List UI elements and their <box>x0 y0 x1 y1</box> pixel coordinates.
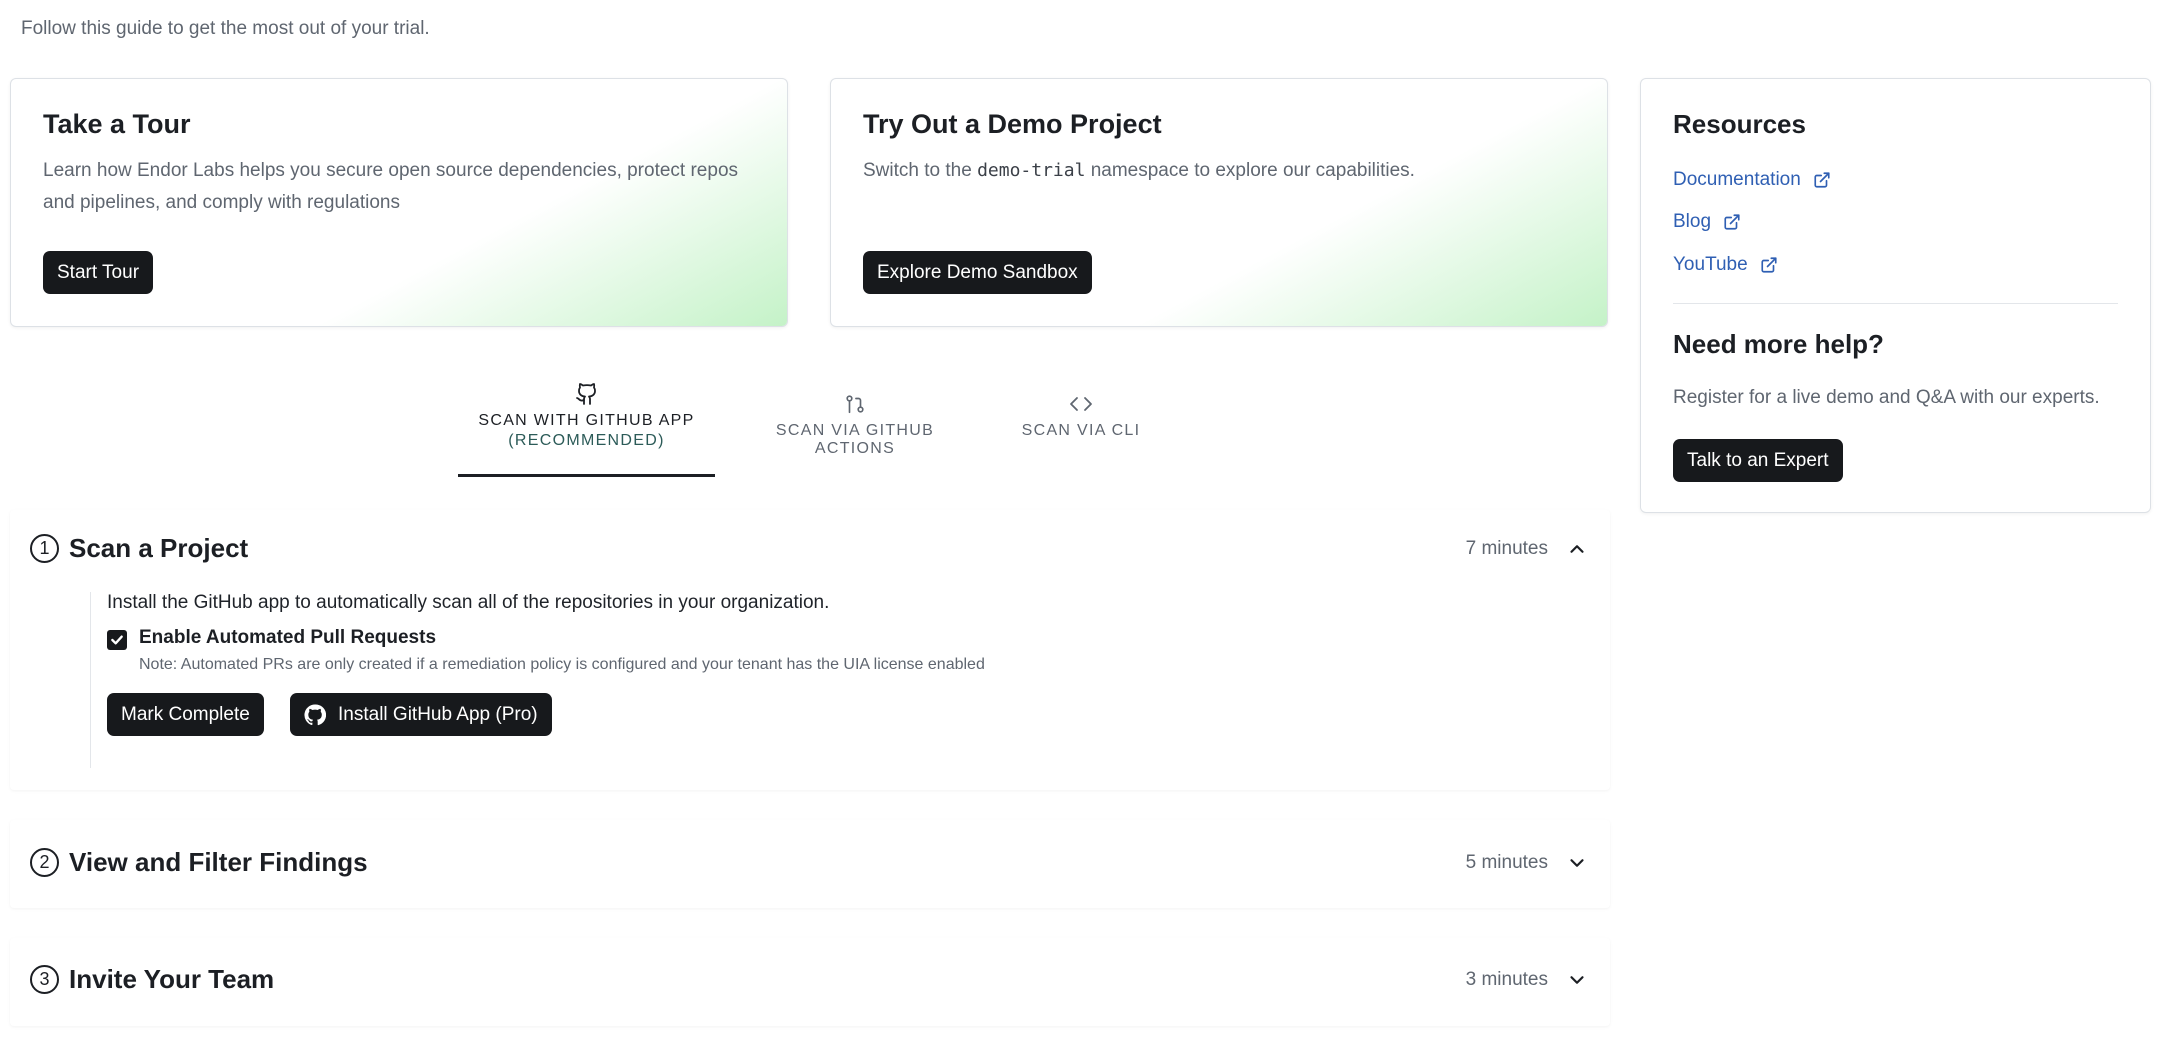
step-number: 2 <box>30 848 59 877</box>
resources-card: Resources Documentation Blog YouTube Nee… <box>1640 78 2151 513</box>
step-duration: 7 minutes <box>1465 538 1548 559</box>
code-icon <box>1070 397 1092 411</box>
blog-link[interactable]: Blog <box>1673 211 1741 233</box>
link-label: Blog <box>1673 211 1712 232</box>
tab-sublabel: (RECOMMENDED) <box>508 432 665 449</box>
step-title[interactable]: Invite Your Team <box>69 964 274 995</box>
card-title: Take a Tour <box>43 109 191 139</box>
automated-pr-note: Note: Automated PRs are only created if … <box>139 656 985 673</box>
tab-label: SCAN WITH GITHUB APP <box>478 412 695 429</box>
mark-complete-button[interactable]: Mark Complete <box>107 693 264 736</box>
step-number: 1 <box>30 534 59 563</box>
link-label: YouTube <box>1673 254 1748 275</box>
chevron-down-icon[interactable] <box>1566 852 1588 874</box>
need-more-help-description: Register for a live demo and Q&A with ou… <box>1673 387 2100 408</box>
chevron-up-icon[interactable] <box>1566 538 1588 560</box>
step-description: Install the GitHub app to automatically … <box>107 592 830 613</box>
step-duration: 3 minutes <box>1465 969 1548 990</box>
divider <box>1673 303 2118 304</box>
step-duration: 5 minutes <box>1465 852 1548 873</box>
step-body: Install the GitHub app to automatically … <box>90 592 1580 768</box>
documentation-link[interactable]: Documentation <box>1673 169 1831 191</box>
button-label: Install GitHub App (Pro) <box>338 703 538 725</box>
git-pull-request-icon <box>846 395 864 414</box>
link-label: Documentation <box>1673 169 1801 190</box>
step-invite-your-team[interactable]: 3 Invite Your Team 3 minutes <box>10 938 1610 1026</box>
demo-project-card: Try Out a Demo Project Switch to the dem… <box>830 78 1608 327</box>
external-link-icon <box>1724 214 1740 230</box>
youtube-link[interactable]: YouTube <box>1673 254 1778 276</box>
chevron-down-icon[interactable] <box>1566 969 1588 991</box>
automated-pr-checkbox[interactable] <box>107 630 127 650</box>
checkmark-icon <box>111 635 123 645</box>
tab-scan-with-github-app[interactable]: SCAN WITH GITHUB APP (RECOMMENDED) <box>458 382 715 450</box>
step-scan-a-project: 1 Scan a Project 7 minutes Install the G… <box>10 510 1610 790</box>
card-title: Try Out a Demo Project <box>863 109 1162 139</box>
automated-pr-label[interactable]: Enable Automated Pull Requests <box>139 627 436 649</box>
tab-label: SCAN VIA GITHUB ACTIONS <box>775 422 935 457</box>
step-title[interactable]: Scan a Project <box>69 533 248 564</box>
intro-text: Follow this guide to get the most out of… <box>21 18 430 39</box>
desc-text: Switch to the <box>863 160 978 181</box>
desc-text: namespace to explore our capabilities. <box>1085 160 1415 181</box>
active-tab-underline <box>458 474 715 477</box>
card-description: Learn how Endor Labs helps you secure op… <box>43 160 739 213</box>
explore-demo-sandbox-button[interactable]: Explore Demo Sandbox <box>863 251 1092 294</box>
talk-to-expert-button[interactable]: Talk to an Expert <box>1673 439 1843 482</box>
namespace-code: demo-trial <box>977 160 1086 181</box>
github-icon <box>304 703 326 725</box>
take-a-tour-card: Take a Tour Learn how Endor Labs helps y… <box>10 78 788 327</box>
resources-title: Resources <box>1673 109 1806 139</box>
tab-scan-via-cli[interactable]: SCAN VIA CLI <box>1006 392 1156 440</box>
step-title[interactable]: View and Filter Findings <box>69 847 368 878</box>
external-link-icon <box>1814 172 1830 188</box>
trial-guide-page: Follow this guide to get the most out of… <box>0 0 2166 1056</box>
need-more-help-title: Need more help? <box>1673 329 1884 359</box>
tab-label: SCAN VIA CLI <box>1021 422 1141 439</box>
card-description: Switch to the demo-trial namespace to ex… <box>863 155 1415 187</box>
step-number: 3 <box>30 965 59 994</box>
github-icon <box>575 383 596 405</box>
external-link-icon <box>1761 257 1777 273</box>
start-tour-button[interactable]: Start Tour <box>43 251 154 294</box>
tab-scan-via-github-actions[interactable]: SCAN VIA GITHUB ACTIONS <box>735 392 975 458</box>
install-github-app-button[interactable]: Install GitHub App (Pro) <box>290 693 552 736</box>
step-view-and-filter-findings[interactable]: 2 View and Filter Findings 5 minutes <box>10 820 1610 908</box>
